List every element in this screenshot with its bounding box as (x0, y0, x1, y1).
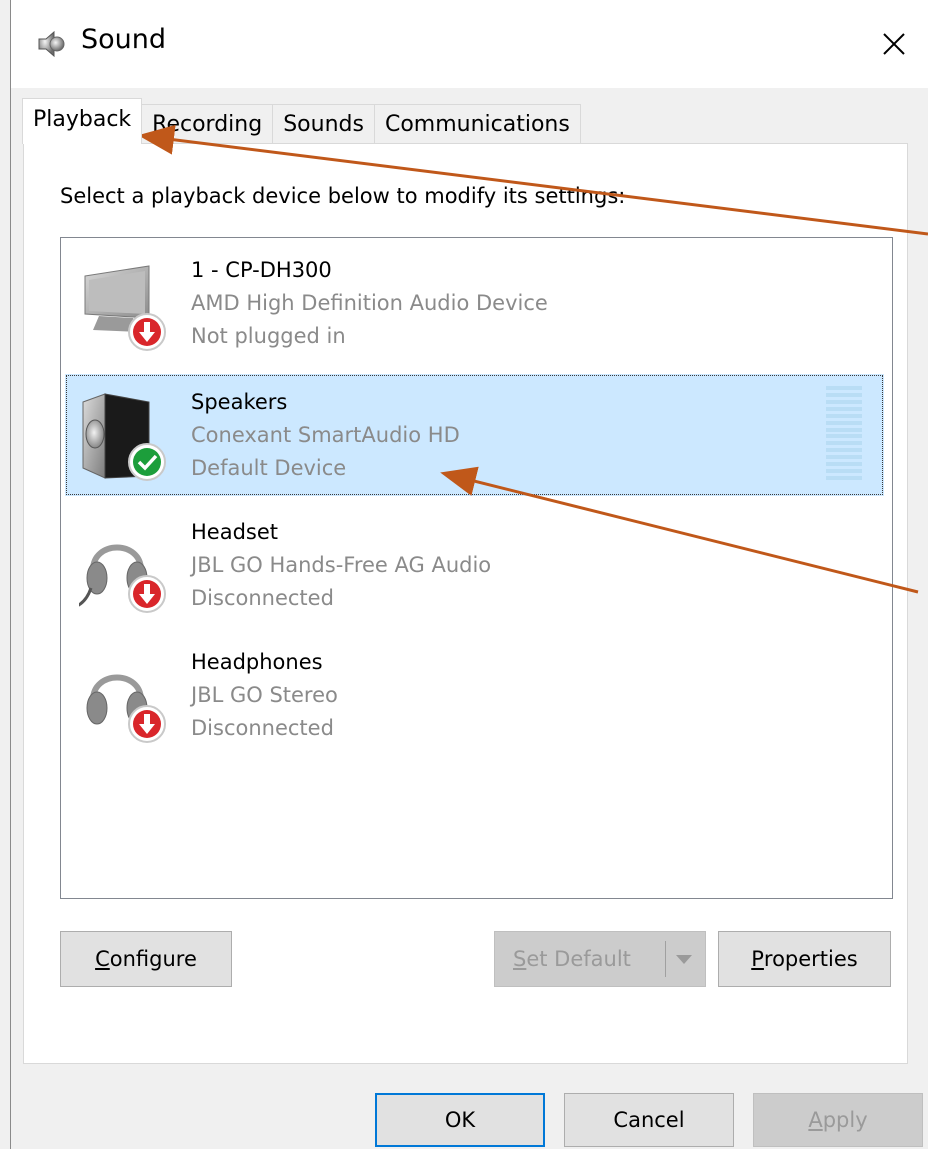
cancel-button[interactable]: Cancel (564, 1093, 734, 1147)
window-title: Sound (81, 24, 167, 55)
speaker-icon (38, 30, 65, 58)
apply-button[interactable]: Apply (753, 1093, 923, 1147)
device-status: Default Device (191, 456, 347, 480)
device-driver: JBL GO Hands-Free AG Audio (191, 553, 492, 577)
tab-sounds[interactable]: Sounds (272, 104, 375, 144)
close-icon (883, 33, 905, 55)
tab-communications[interactable]: Communications (373, 104, 581, 144)
headphones-icon (86, 674, 166, 743)
list-item[interactable]: Headphones JBL GO Stereo Disconnected (65, 634, 884, 756)
tab-recording[interactable]: Recording (141, 104, 274, 144)
device-status: Not plugged in (191, 324, 346, 348)
monitor-icon (84, 265, 166, 351)
device-name: Headphones (191, 650, 323, 674)
properties-button[interactable]: Properties (718, 931, 891, 987)
list-item[interactable]: Headset JBL GO Hands-Free AG Audio Disco… (65, 504, 884, 626)
playback-panel: Select a playback device below to modify… (23, 143, 908, 1064)
sound-dialog: Sound Playback Recording Sounds Communic… (10, 0, 928, 1149)
device-driver: JBL GO Stereo (191, 683, 338, 707)
headset-icon (79, 544, 166, 613)
speaker-icon (82, 393, 166, 481)
chevron-down-icon[interactable] (673, 952, 695, 968)
device-driver: AMD High Definition Audio Device (191, 291, 548, 315)
close-button[interactable] (859, 0, 928, 88)
instruction-text: Select a playback device below to modify… (60, 184, 626, 208)
device-name: 1 - CP-DH300 (191, 258, 332, 282)
set-default-button[interactable]: Set Default (494, 931, 706, 987)
title-bar: Sound (11, 0, 928, 88)
tab-strip: Playback Recording Sounds Communications (22, 98, 581, 144)
volume-level-meter (826, 386, 862, 480)
device-driver: Conexant SmartAudio HD (191, 423, 460, 447)
list-item[interactable]: 1 - CP-DH300 AMD High Definition Audio D… (65, 242, 884, 364)
device-list[interactable]: 1 - CP-DH300 AMD High Definition Audio D… (60, 237, 893, 899)
device-status: Disconnected (191, 586, 334, 610)
list-item-selected[interactable]: Speakers Conexant SmartAudio HD Default … (65, 374, 884, 496)
device-status: Disconnected (191, 716, 334, 740)
device-name: Headset (191, 520, 279, 544)
configure-button[interactable]: Configure (60, 931, 232, 987)
ok-button[interactable]: OK (375, 1093, 545, 1147)
device-name: Speakers (191, 390, 288, 414)
tab-playback[interactable]: Playback (22, 98, 143, 144)
